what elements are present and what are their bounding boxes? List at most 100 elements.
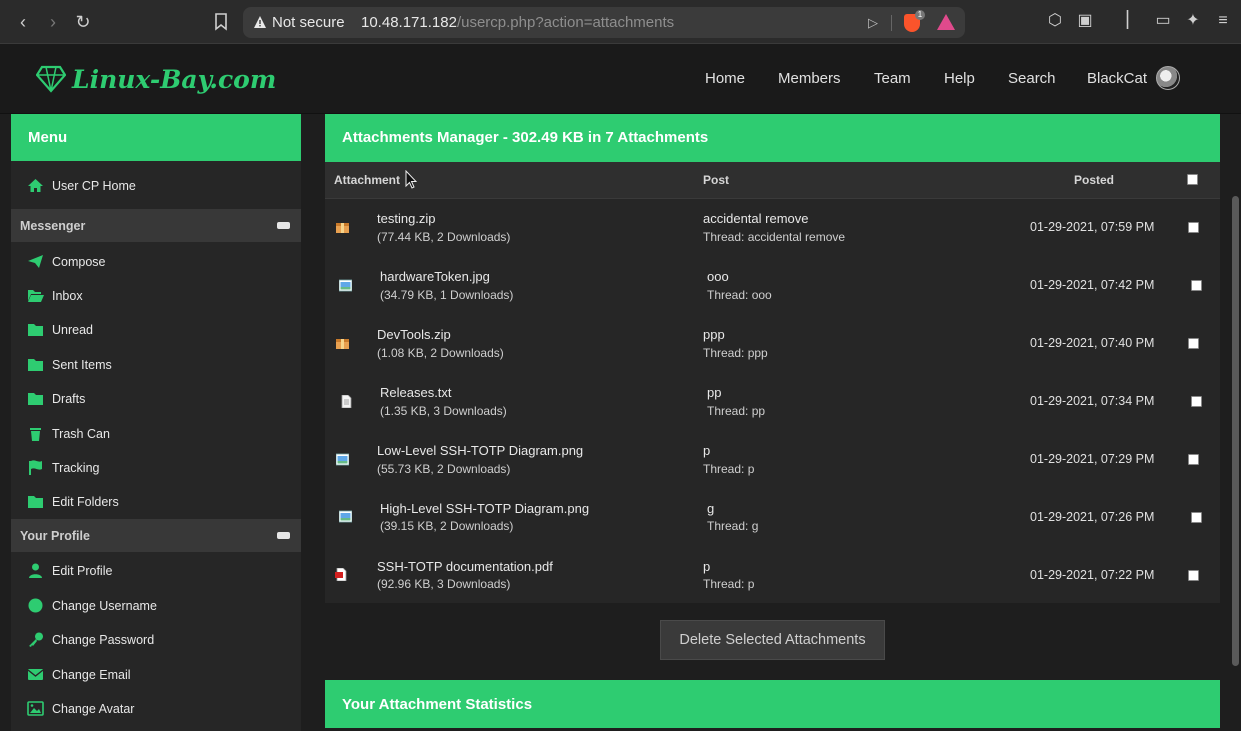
post-link[interactable]: p xyxy=(703,443,710,458)
row-checkbox[interactable] xyxy=(1191,280,1202,291)
attachment-name-link[interactable]: SSH-TOTP documentation.pdf xyxy=(377,559,553,574)
table-row: SSH-TOTP documentation.pdf (92.96 KB, 3 … xyxy=(325,547,1220,605)
section-title: Messenger xyxy=(20,219,86,233)
column-header-attachment: Attachment xyxy=(334,173,401,187)
row-checkbox[interactable] xyxy=(1188,454,1199,465)
menu-icon[interactable]: ≡ xyxy=(1213,11,1233,31)
section-title: Your Attachment Statistics xyxy=(342,696,533,713)
select-all-checkbox[interactable] xyxy=(1187,174,1198,185)
sidebar-item-tracking[interactable]: Tracking xyxy=(11,451,301,485)
page-title: Attachments Manager - 302.49 KB in 7 Att… xyxy=(342,129,709,146)
send-icon[interactable]: ▷ xyxy=(868,15,878,31)
bookmark-icon[interactable] xyxy=(208,9,234,35)
post-link[interactable]: pp xyxy=(707,385,721,400)
posted-date: 01-29-2021, 07:40 PM xyxy=(1030,336,1155,350)
image-icon xyxy=(27,701,44,716)
nav-help[interactable]: Help xyxy=(944,70,975,87)
thread-link[interactable]: Thread: pp xyxy=(707,404,765,418)
attachment-meta: (39.15 KB, 2 Downloads) xyxy=(380,519,514,533)
url-text[interactable]: 10.48.171.182/usercp.php?action=attachme… xyxy=(361,14,674,31)
nav-team[interactable]: Team xyxy=(874,70,911,87)
screenshot-icon[interactable]: ▣ xyxy=(1075,11,1095,31)
column-header-post: Post xyxy=(703,173,730,187)
post-link[interactable]: g xyxy=(707,501,714,516)
attachment-name-link[interactable]: DevTools.zip xyxy=(377,327,451,342)
sidebar-item-edit-profile[interactable]: Edit Profile xyxy=(11,554,301,588)
thread-link[interactable]: Thread: accidental remove xyxy=(703,230,845,244)
attachment-name-link[interactable]: Low-Level SSH-TOTP Diagram.png xyxy=(377,443,583,458)
attachment-name-link[interactable]: High-Level SSH-TOTP Diagram.png xyxy=(380,501,589,516)
thread-link[interactable]: Thread: p xyxy=(703,577,754,591)
post-link[interactable]: accidental remove xyxy=(703,211,809,226)
row-checkbox[interactable] xyxy=(1188,222,1199,233)
attachment-meta: (1.08 KB, 2 Downloads) xyxy=(377,346,504,360)
image-icon xyxy=(336,453,349,466)
url-divider xyxy=(891,15,892,31)
post-link[interactable]: ppp xyxy=(703,327,725,342)
attachment-name-link[interactable]: Releases.txt xyxy=(380,385,452,400)
thread-link[interactable]: Thread: p xyxy=(703,462,754,476)
posted-date: 01-29-2021, 07:22 PM xyxy=(1030,568,1155,582)
attachment-meta: (55.73 KB, 2 Downloads) xyxy=(377,462,511,476)
post-link[interactable]: p xyxy=(703,559,710,574)
brave-rewards-icon[interactable] xyxy=(937,14,955,30)
sidebar-item-change-password[interactable]: Change Password xyxy=(11,623,301,657)
sidebar-item-edit-folders[interactable]: Edit Folders xyxy=(11,485,301,519)
sidebar-toggle-icon[interactable]: ▏ xyxy=(1123,11,1143,31)
section-title: Your Profile xyxy=(20,529,90,543)
sidebar-item-drafts[interactable]: Drafts xyxy=(11,382,301,416)
attachments-manager-header: Attachments Manager - 302.49 KB in 7 Att… xyxy=(325,114,1220,162)
url-host: 10.48.171.182 xyxy=(361,14,457,31)
table-row: Releases.txt (1.35 KB, 3 Downloads) pp T… xyxy=(325,373,1220,431)
sidebar-section-profile[interactable]: Your Profile xyxy=(11,519,301,552)
attachment-meta: (34.79 KB, 1 Downloads) xyxy=(380,288,514,302)
thread-link[interactable]: Thread: g xyxy=(707,519,758,533)
mouse-cursor-icon xyxy=(405,170,417,189)
sidebar-item-inbox[interactable]: Inbox xyxy=(11,279,301,313)
page-scrollbar[interactable] xyxy=(1230,114,1241,731)
nav-home[interactable]: Home xyxy=(705,70,745,87)
thread-link[interactable]: Thread: ooo xyxy=(707,288,772,302)
sidebar-item-change-avatar[interactable]: Change Avatar xyxy=(11,692,301,726)
not-secure-label[interactable]: Not secure xyxy=(272,14,345,31)
sidebar-item-compose[interactable]: Compose xyxy=(11,245,301,279)
delete-selected-attachments-button[interactable]: Delete Selected Attachments xyxy=(660,620,885,660)
attachment-name-link[interactable]: testing.zip xyxy=(377,211,436,226)
row-checkbox[interactable] xyxy=(1191,396,1202,407)
reload-icon[interactable]: ↻ xyxy=(70,9,96,35)
nav-user[interactable]: BlackCat xyxy=(1087,70,1147,87)
sidebar-item-user-cp-home[interactable]: User CP Home xyxy=(11,169,301,203)
collapse-icon[interactable] xyxy=(277,222,290,229)
sidebar-item-label: Sent Items xyxy=(52,358,112,372)
sidebar-section-messenger[interactable]: Messenger xyxy=(11,209,301,242)
envelope-icon xyxy=(27,669,44,680)
post-link[interactable]: ooo xyxy=(707,269,729,284)
attachment-name-link[interactable]: hardwareToken.jpg xyxy=(380,269,490,284)
nav-search[interactable]: Search xyxy=(1008,70,1056,87)
nav-members[interactable]: Members xyxy=(778,70,841,87)
sidebar-item-trash-can[interactable]: Trash Can xyxy=(11,417,301,451)
thread-link[interactable]: Thread: ppp xyxy=(703,346,768,360)
browser-toolbar: ‹ › ↻ Not secure 10.48.171.182/usercp.ph… xyxy=(0,0,1241,44)
row-checkbox[interactable] xyxy=(1188,570,1199,581)
forward-icon[interactable]: › xyxy=(40,9,66,35)
row-checkbox[interactable] xyxy=(1191,512,1202,523)
back-icon[interactable]: ‹ xyxy=(10,9,36,35)
table-row: High-Level SSH-TOTP Diagram.png (39.15 K… xyxy=(325,489,1220,547)
sidebar-item-change-username[interactable]: Change Username xyxy=(11,589,301,623)
wallet-icon[interactable]: ▭ xyxy=(1153,11,1173,31)
warning-icon[interactable] xyxy=(253,15,267,29)
collapse-icon[interactable] xyxy=(277,532,290,539)
leo-ai-icon[interactable]: ✦ xyxy=(1183,11,1203,31)
sidebar-item-unread[interactable]: Unread xyxy=(11,313,301,347)
table-row: DevTools.zip (1.08 KB, 2 Downloads) ppp … xyxy=(325,315,1220,373)
site-logo[interactable]: Linux-Bay.com xyxy=(36,61,276,97)
column-header-posted: Posted xyxy=(1074,173,1115,187)
avatar[interactable] xyxy=(1156,66,1180,90)
sidebar-item-change-email[interactable]: Change Email xyxy=(11,658,301,692)
extensions-icon[interactable]: ⬡ xyxy=(1045,11,1065,31)
address-bar[interactable]: Not secure 10.48.171.182/usercp.php?acti… xyxy=(243,7,965,38)
sidebar-item-sent-items[interactable]: Sent Items xyxy=(11,348,301,382)
scrollbar-thumb[interactable] xyxy=(1232,196,1239,666)
row-checkbox[interactable] xyxy=(1188,338,1199,349)
